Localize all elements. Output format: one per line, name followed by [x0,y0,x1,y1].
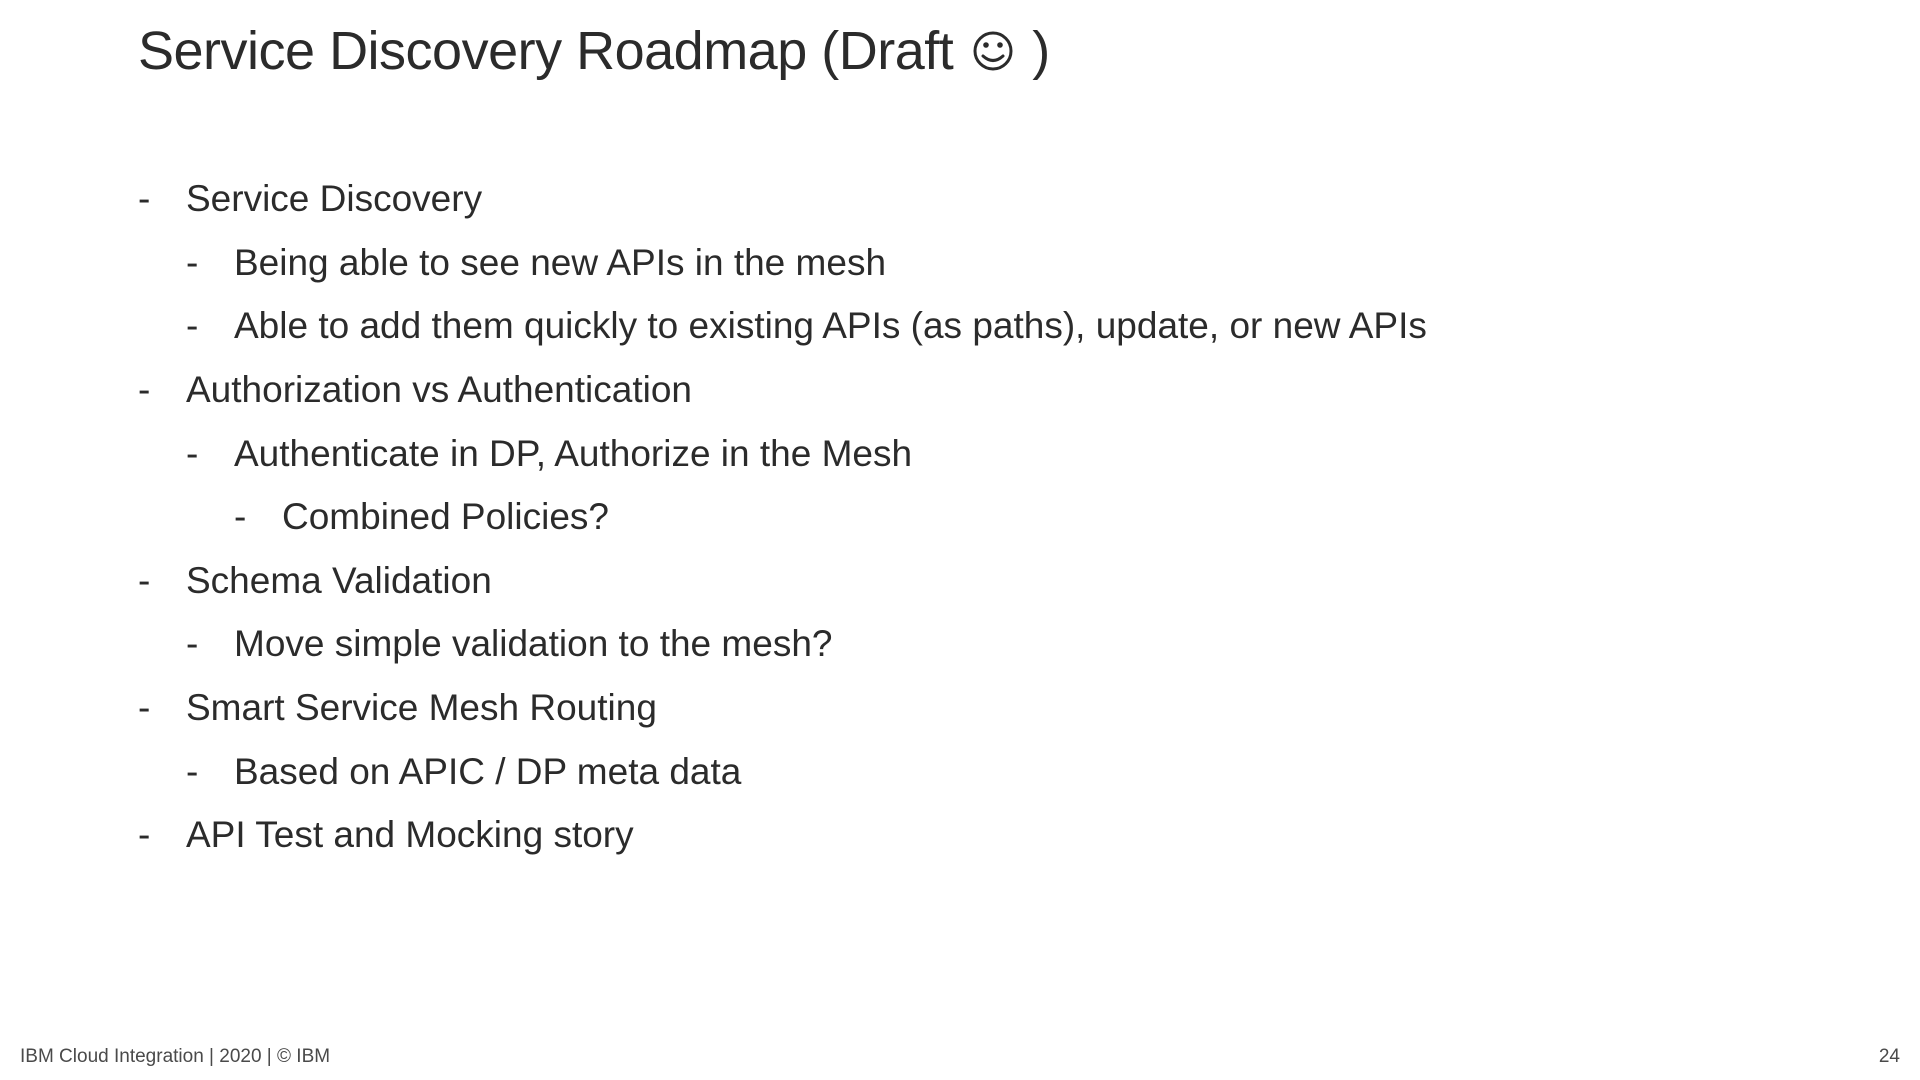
bullet-text: Able to add them quickly to existing API… [234,305,1427,346]
footer-page-number: 24 [1879,1046,1900,1068]
title-text-part2: ) [1018,21,1050,81]
slide-container: Service Discovery Roadmap (Draft ) Servi… [0,0,1920,1080]
bullet-see-new-apis: Being able to see new APIs in the mesh [186,231,1920,295]
bullet-smart-routing: Smart Service Mesh Routing [138,676,1920,740]
bullet-text: Being able to see new APIs in the mesh [234,242,886,283]
bullet-service-discovery: Service Discovery [138,167,1920,231]
bullet-auth-vs-auth: Authorization vs Authentication [138,358,1920,422]
bullet-api-test-mocking: API Test and Mocking story [138,803,1920,867]
bullet-add-quickly: Able to add them quickly to existing API… [186,294,1920,358]
bullet-text: Authorization vs Authentication [186,369,692,410]
bullet-text: Combined Policies? [282,496,609,537]
bullet-authenticate-dp: Authenticate in DP, Authorize in the Mes… [186,422,1920,486]
bullet-text: Smart Service Mesh Routing [186,687,657,728]
slide-content: Service Discovery Being able to see new … [138,167,1920,867]
bullet-text: Service Discovery [186,178,482,219]
smiley-icon [972,30,1014,72]
bullet-text: Move simple validation to the mesh? [234,623,832,664]
bullet-schema-validation: Schema Validation [138,549,1920,613]
slide-title: Service Discovery Roadmap (Draft ) [138,20,1920,82]
bullet-text: API Test and Mocking story [186,814,634,855]
slide-footer: IBM Cloud Integration | 2020 | © IBM 24 [20,1046,1900,1068]
title-text-part1: Service Discovery Roadmap (Draft [138,21,968,81]
bullet-move-validation: Move simple validation to the mesh? [186,612,1920,676]
bullet-text: Schema Validation [186,560,492,601]
bullet-text: Based on APIC / DP meta data [234,751,741,792]
bullet-based-apic: Based on APIC / DP meta data [186,740,1920,804]
bullet-text: Authenticate in DP, Authorize in the Mes… [234,433,912,474]
footer-left: IBM Cloud Integration | 2020 | © IBM [20,1046,330,1068]
bullet-combined-policies: Combined Policies? [234,485,1920,549]
